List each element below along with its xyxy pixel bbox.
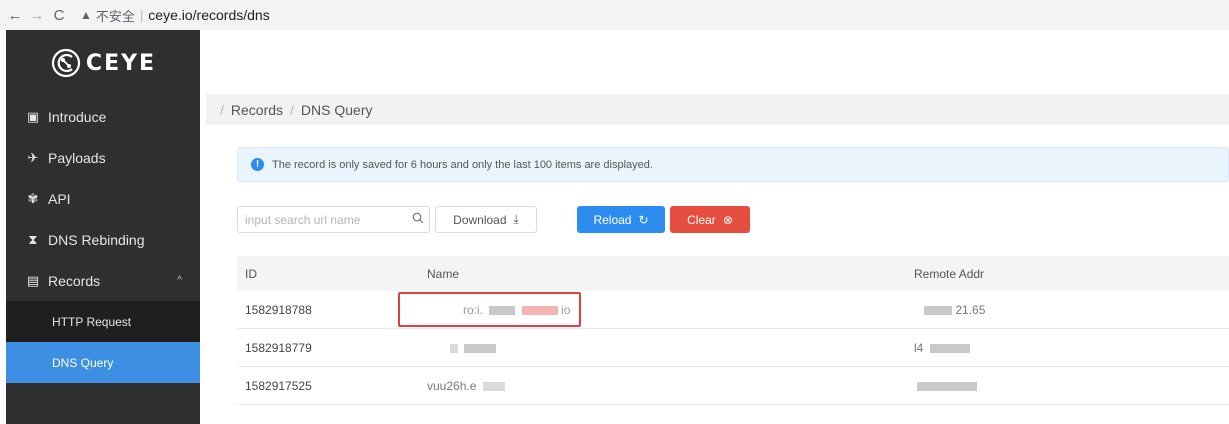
redaction-mark <box>450 343 458 353</box>
clear-button[interactable]: Clear ⊗ <box>670 206 750 233</box>
download-button-label: Download <box>453 212 507 227</box>
browser-toolbar: ← → C ▲ 不安全 | ceye.io/records/dns <box>0 0 1229 30</box>
sidebar-item-label: Records <box>48 272 101 289</box>
info-icon: ! <box>251 158 264 171</box>
back-icon[interactable]: ← <box>4 7 26 24</box>
table-row[interactable]: 1582918788 ro:i. io 21.65 <box>237 291 1229 329</box>
redaction-mark <box>924 305 952 315</box>
sidebar-item-label: DNS Rebinding <box>48 231 145 248</box>
reload-page-icon[interactable]: C <box>48 7 70 24</box>
row-name-text: ro:i. <box>463 302 484 317</box>
sidebar-item-introduce[interactable]: ▣ Introduce <box>6 96 200 137</box>
refresh-icon: ↻ <box>638 212 649 227</box>
row-name: vuu26h.e <box>427 379 914 393</box>
reload-button-label: Reload <box>593 212 632 227</box>
sidebar: CEYE ▣ Introduce ✈ Payloads ✾ API ⧗ DNS … <box>6 30 200 424</box>
search-box <box>237 206 430 233</box>
redaction-mark <box>464 343 497 353</box>
row-id: 1582917525 <box>245 378 312 393</box>
header-bar <box>200 30 1229 94</box>
row-id: 1582918788 <box>245 302 312 317</box>
redaction-mark <box>917 381 977 391</box>
download-icon: ⤓ <box>513 212 519 226</box>
table-row[interactable]: 1582917525 vuu26h.e <box>237 367 1229 405</box>
alert-text: The record is only saved for 6 hours and… <box>272 158 653 171</box>
sidebar-item-dns-rebinding[interactable]: ⧗ DNS Rebinding <box>6 219 200 260</box>
redaction-mark <box>489 305 516 315</box>
row-remote-addr <box>914 379 1229 393</box>
row-name: ro:i. io <box>427 303 914 317</box>
hourglass-icon: ⧗ <box>28 231 38 247</box>
breadcrumb: / Records / DNS Query <box>206 94 1229 125</box>
forward-icon[interactable]: → <box>26 7 48 24</box>
sidebar-item-label: Payloads <box>48 149 106 166</box>
row-remote-addr: 21.65 <box>914 303 1229 317</box>
search-icon[interactable] <box>407 212 429 227</box>
logo-text: CEYE <box>85 50 157 76</box>
breadcrumb-item-dns-query: DNS Query <box>300 101 373 118</box>
sidebar-item-records[interactable]: ▤ Records ^ <box>6 260 200 301</box>
sidebar-item-label: API <box>48 190 71 207</box>
security-label[interactable]: 不安全 <box>96 6 135 25</box>
list-icon: ▤ <box>26 272 40 288</box>
document-icon: ▣ <box>26 108 40 124</box>
sidebar-item-payloads[interactable]: ✈ Payloads <box>6 137 200 178</box>
sidebar-item-dns-query[interactable]: DNS Query <box>6 342 200 383</box>
sidebar-item-api[interactable]: ✾ API <box>6 178 200 219</box>
row-addr-text: l4 <box>914 340 924 355</box>
breadcrumb-item-records[interactable]: Records <box>231 102 283 118</box>
row-id: 1582918779 <box>245 340 312 355</box>
table-row[interactable]: 1582918779 l4 <box>237 329 1229 367</box>
records-submenu: HTTP Request DNS Query <box>6 301 200 383</box>
close-circle-icon: ⊗ <box>722 212 733 227</box>
sidebar-item-http-request[interactable]: HTTP Request <box>6 301 200 342</box>
row-name-tail: io <box>561 302 571 317</box>
reload-button[interactable]: Reload ↻ <box>577 206 665 233</box>
ceye-logo-icon <box>51 48 81 78</box>
row-addr-text: 21.65 <box>955 302 986 317</box>
clear-button-label: Clear <box>687 212 716 227</box>
column-header-id[interactable]: ID <box>237 267 427 281</box>
dns-records-table: ID Name Remote Addr 1582918788 ro:i. io … <box>237 256 1229 405</box>
row-remote-addr: l4 <box>914 341 1229 355</box>
download-button[interactable]: Download ⤓ <box>435 206 537 233</box>
breadcrumb-separator: / <box>290 101 294 118</box>
redaction-mark <box>929 343 970 353</box>
address-bar-url[interactable]: ceye.io/records/dns <box>148 7 269 23</box>
api-icon: ✾ <box>27 190 39 206</box>
address-separator: | <box>139 7 144 23</box>
info-alert: ! The record is only saved for 6 hours a… <box>237 147 1229 182</box>
redaction-mark <box>482 381 505 391</box>
sidebar-item-label: Introduce <box>48 108 107 125</box>
row-name-text: vuu26h.e <box>427 378 477 393</box>
row-name <box>427 341 914 355</box>
warning-icon[interactable]: ▲ <box>80 8 92 22</box>
records-toolbar: Download ⤓ Reload ↻ Clear ⊗ <box>237 206 757 233</box>
table-header: ID Name Remote Addr <box>237 256 1229 291</box>
search-input[interactable] <box>238 207 407 232</box>
chevron-up-icon: ^ <box>177 275 182 286</box>
logo[interactable]: CEYE <box>6 30 200 96</box>
breadcrumb-separator: / <box>220 101 224 118</box>
column-header-remote-addr[interactable]: Remote Addr <box>914 267 1229 281</box>
column-header-name[interactable]: Name <box>427 267 914 281</box>
redaction-mark <box>521 305 558 315</box>
rocket-icon: ✈ <box>27 149 39 165</box>
